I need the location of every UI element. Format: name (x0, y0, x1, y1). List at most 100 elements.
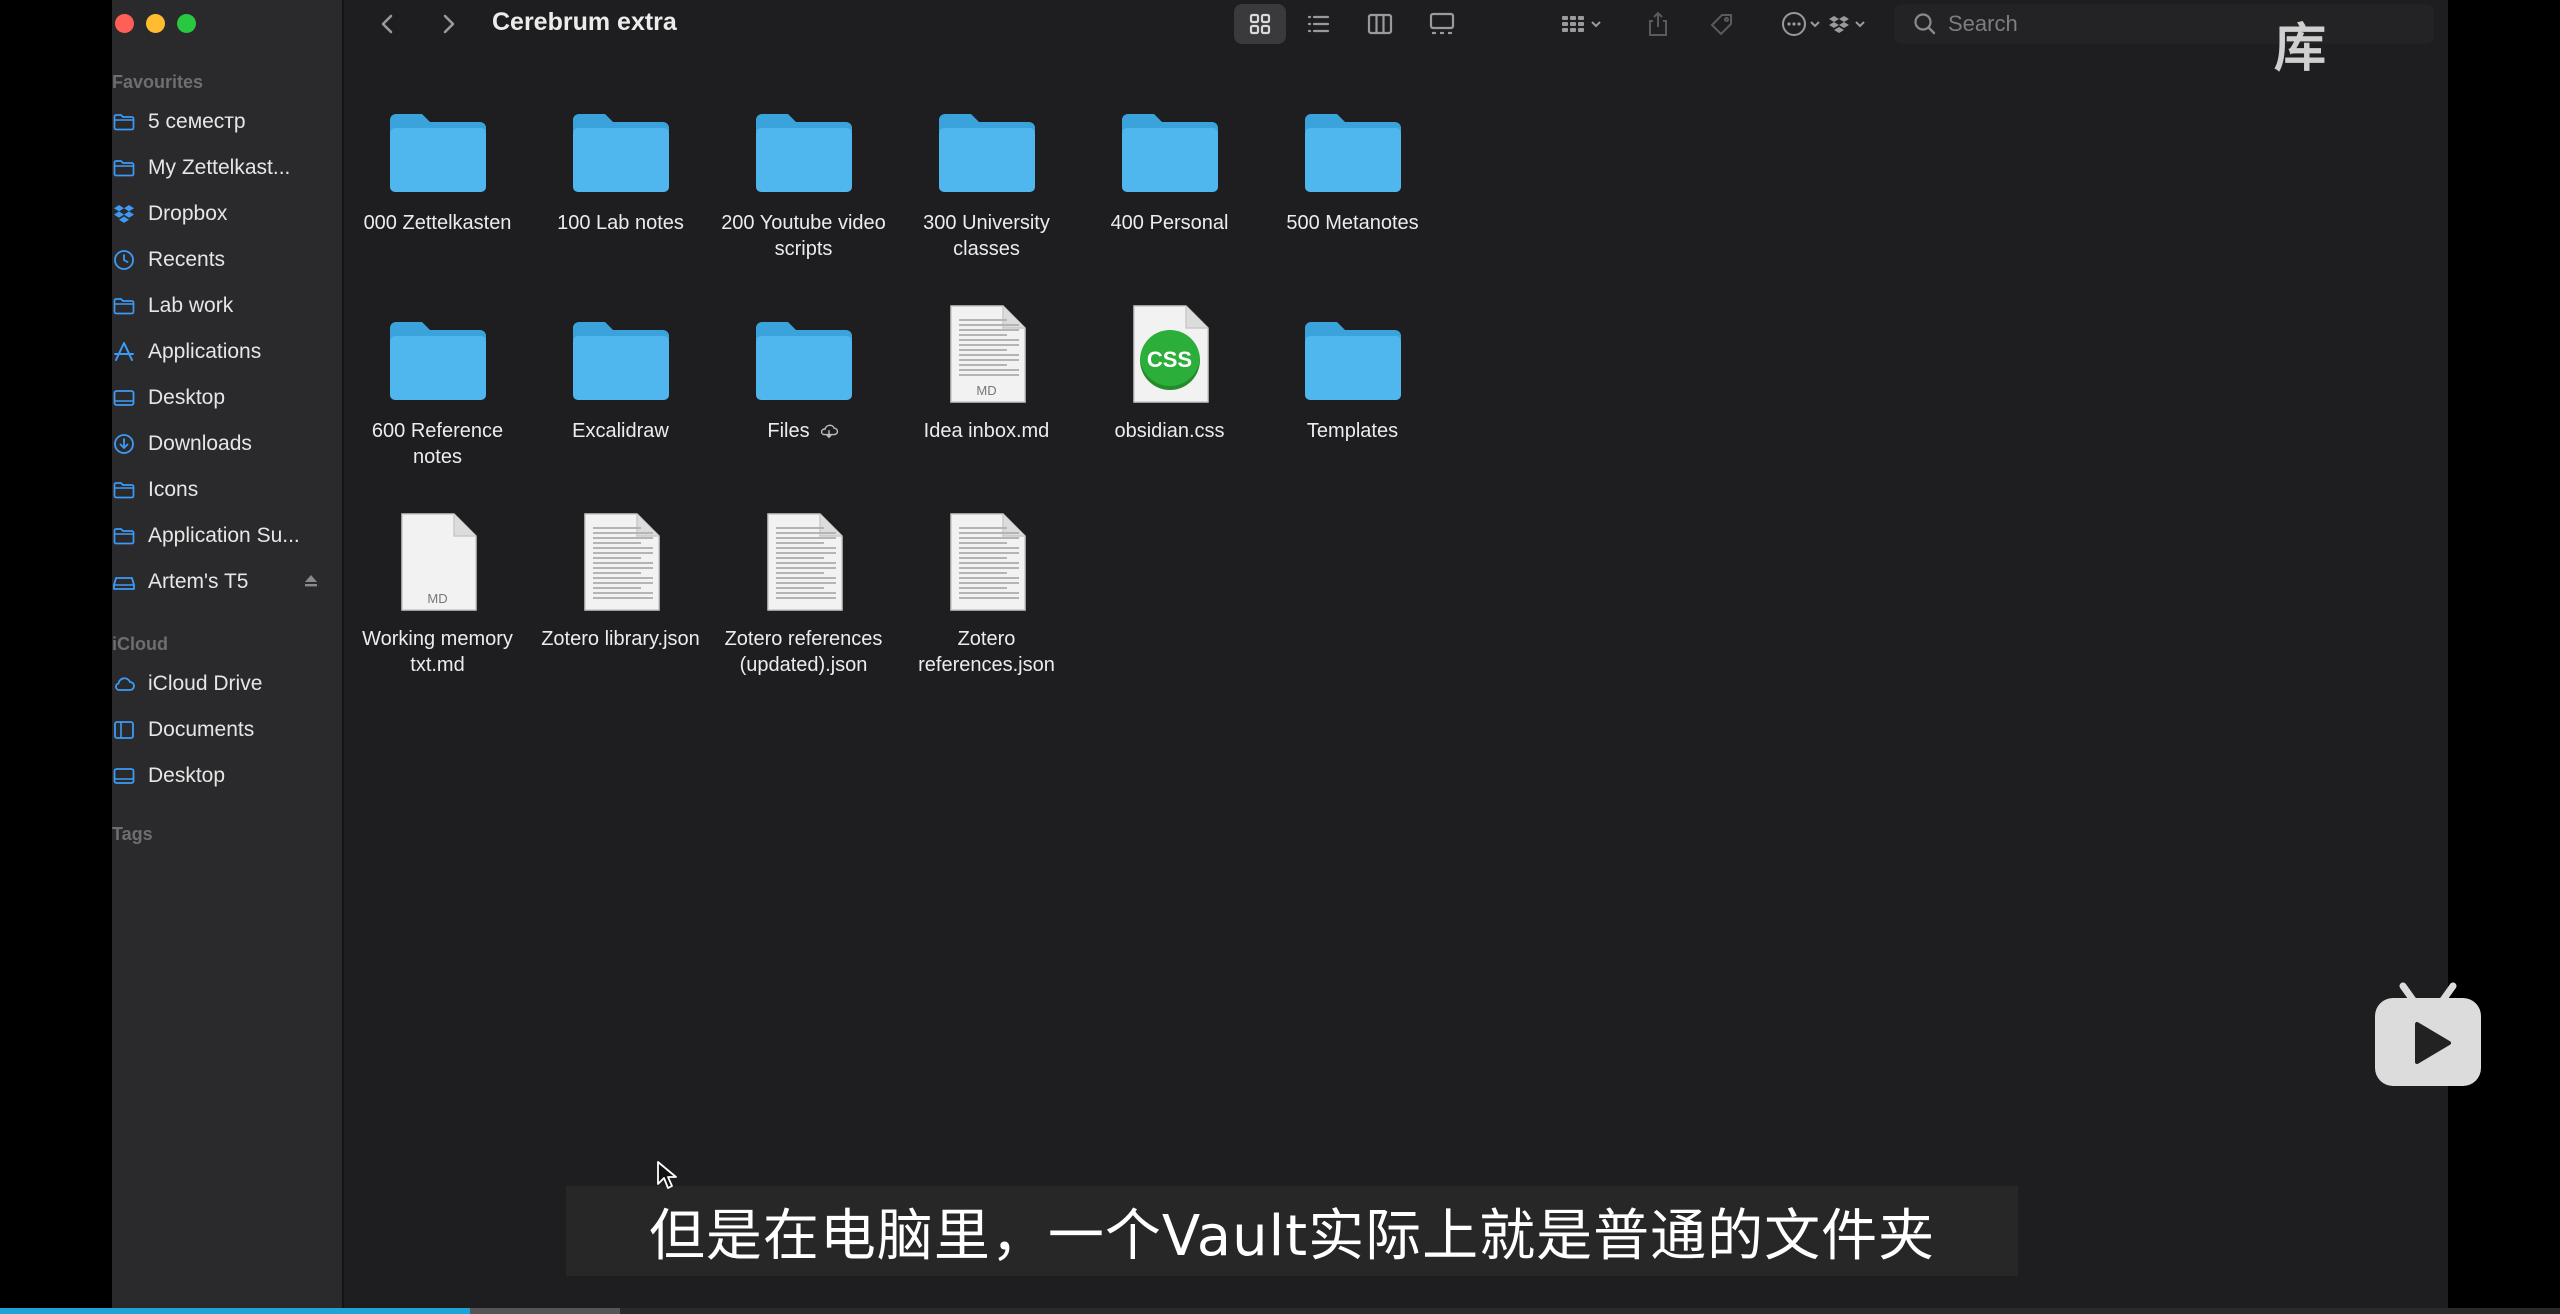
progress-buffered (470, 1308, 620, 1314)
column-view-button[interactable] (1362, 6, 1398, 42)
dropbox-icon (1829, 16, 1865, 33)
sidebar-item-lab-work[interactable]: Lab work (112, 286, 344, 326)
folder-item[interactable]: 600 Reference notes (346, 304, 529, 470)
sidebar-item-desktop[interactable]: Desktop (112, 756, 344, 796)
item-name: Working memory txt.md (346, 626, 529, 678)
item-name: obsidian.css (1078, 418, 1261, 444)
sidebar-item-recents[interactable]: Recents (112, 240, 344, 280)
icon-view-button[interactable] (1234, 4, 1286, 44)
desktop-icon (112, 764, 136, 788)
tag-icon (1710, 14, 1732, 36)
file-item[interactable]: Zotero references.json (895, 512, 1078, 678)
item-name-text: 100 Lab notes (557, 212, 684, 234)
item-name-text: Zotero references (updated).json (724, 628, 883, 676)
sidebar-item-5-семестр[interactable]: 5 семестр (112, 102, 344, 142)
close-button[interactable] (115, 14, 134, 33)
item-name-text: Working memory txt.md (362, 628, 513, 676)
item-name: 200 Youtube video scripts (712, 210, 895, 262)
sidebar-item-artem-s-t5[interactable]: Artem's T5 (112, 562, 344, 602)
item-name-text: Zotero library.json (541, 628, 700, 650)
sidebar-item-applications[interactable]: Applications (112, 332, 344, 372)
md-badge: MD (976, 383, 997, 398)
dropbox-icon (112, 202, 136, 226)
sidebar-item-application-su[interactable]: Application Su... (112, 516, 344, 556)
back-button[interactable] (370, 6, 406, 42)
sidebar-item-label: Desktop (148, 764, 226, 787)
file-item[interactable]: Zotero library.json (529, 512, 712, 652)
gallery-view-button[interactable] (1424, 6, 1460, 42)
folder-icon (1298, 304, 1408, 404)
zoom-button[interactable] (177, 14, 196, 33)
list-view-button[interactable] (1300, 6, 1336, 42)
folder-item[interactable]: Files (712, 304, 895, 444)
icloud-header: iCloud (112, 634, 168, 654)
sidebar-item-label: Downloads (148, 432, 252, 455)
folder-icon (566, 304, 676, 404)
search-field[interactable] (1894, 4, 2434, 44)
folder-icon (383, 96, 493, 196)
window-title: Cerebrum extra (492, 8, 677, 36)
file-item[interactable]: MD Working memory txt.md (346, 512, 529, 678)
folder-icon (112, 294, 136, 318)
sidebar-item-desktop[interactable]: Desktop (112, 378, 344, 418)
folder-item[interactable]: 100 Lab notes (529, 96, 712, 236)
sidebar-item-label: Desktop (148, 386, 226, 409)
item-name-text: Templates (1306, 420, 1399, 442)
folder-item[interactable]: Templates (1261, 304, 1444, 444)
cloud-download-icon[interactable] (818, 423, 840, 439)
item-name: 500 Metanotes (1261, 210, 1444, 236)
item-name: Files (712, 418, 895, 444)
favourites-header: Favourites (112, 72, 204, 92)
folder-item[interactable]: 000 Zettelkasten (346, 96, 529, 236)
clock-icon (112, 248, 136, 272)
sidebar-item-downloads[interactable]: Downloads (112, 424, 344, 464)
folder-icon (383, 304, 493, 404)
sidebar-item-documents[interactable]: Documents (112, 710, 344, 750)
file-item[interactable]: CSS obsidian.css (1078, 304, 1261, 444)
dropbox-menu-button[interactable] (1818, 6, 1878, 42)
sidebar-item-icons[interactable]: Icons (112, 470, 344, 510)
item-name: 300 University classes (895, 210, 1078, 262)
folder-item[interactable]: Excalidraw (529, 304, 712, 444)
sidebar: Favourites 5 семестр My Zettelkast... Drop… (112, 0, 344, 1308)
eject-icon[interactable] (302, 572, 320, 590)
mouse-cursor-icon (657, 1161, 677, 1189)
group-button[interactable] (1550, 6, 1614, 42)
folder-item[interactable]: 500 Metanotes (1261, 96, 1444, 236)
sidebar-item-label: My Zettelkast... (148, 156, 291, 179)
chevron-left-icon (381, 14, 393, 34)
video-subtitle: 但是在电脑里，一个Vault实际上就是普通的文件夹 (566, 1186, 2018, 1276)
item-name-text: 200 Youtube video scripts (721, 212, 886, 260)
sidebar-item-icloud-drive[interactable]: iCloud Drive (112, 664, 344, 704)
folder-icon (749, 96, 859, 196)
item-name: Templates (1261, 418, 1444, 444)
folder-item[interactable]: 300 University classes (895, 96, 1078, 262)
item-name: 100 Lab notes (529, 210, 712, 236)
video-progress-bar[interactable] (0, 1308, 2560, 1314)
sidebar-item-dropbox[interactable]: Dropbox (112, 194, 344, 234)
sidebar-item-label: Artem's T5 (148, 570, 249, 593)
folder-item[interactable]: 400 Personal (1078, 96, 1261, 236)
applications-icon (112, 340, 136, 364)
forward-button[interactable] (430, 6, 466, 42)
minimize-button[interactable] (146, 14, 165, 33)
folder-icon (112, 478, 136, 502)
desktop-icon (112, 386, 136, 410)
folder-icon (1115, 96, 1225, 196)
sidebar-item-label: Icons (148, 478, 199, 501)
file-item[interactable]: Zotero references (updated).json (712, 512, 895, 678)
sidebar-item-label: 5 семестр (148, 110, 246, 133)
document-icon (932, 512, 1042, 612)
item-name: Idea inbox.md (895, 418, 1078, 444)
sidebar-item-my-zettelkast[interactable]: My Zettelkast... (112, 148, 344, 188)
chevron-right-icon (443, 14, 455, 34)
sidebar-item-label: Documents (148, 718, 255, 741)
file-item[interactable]: MD Idea inbox.md (895, 304, 1078, 444)
folder-item[interactable]: 200 Youtube video scripts (712, 96, 895, 262)
bilibili-logo-icon (2375, 982, 2481, 1086)
file-grid: 000 Zettelkasten 100 Lab notes 200 Youtube… (346, 48, 2448, 1308)
item-name: Zotero references.json (895, 626, 1078, 678)
tag-button[interactable] (1704, 6, 1740, 42)
share-button[interactable] (1640, 6, 1676, 42)
item-name-text: obsidian.css (1114, 420, 1225, 442)
